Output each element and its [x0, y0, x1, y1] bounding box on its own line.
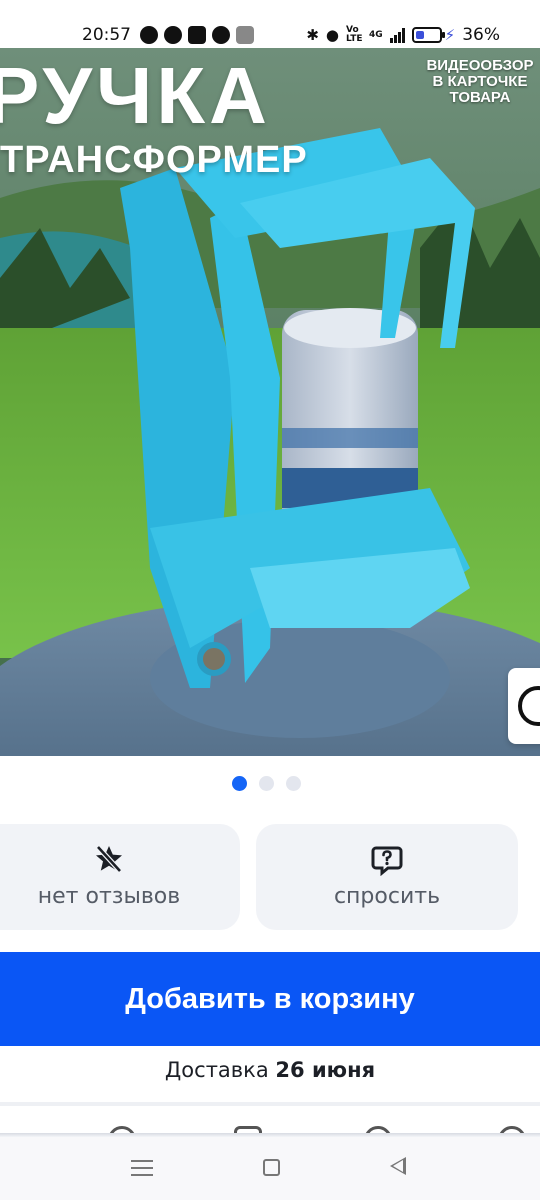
- delivery-date: 26 июня: [275, 1058, 376, 1082]
- product-page: 20:57 ✱ ● Vo LTE 4G ⚡ 36% РУЧКА ТРАНСФОР…: [0, 0, 540, 1200]
- notification-icons: [140, 26, 254, 44]
- location-icon: ●: [325, 26, 339, 44]
- app-icon: [212, 26, 230, 44]
- pagination-dot[interactable]: [231, 776, 247, 791]
- delivery-info: Доставка 26 июня: [0, 1058, 540, 1082]
- pagination-dot[interactable]: [258, 776, 274, 791]
- battery-icon: [411, 27, 445, 43]
- status-time: 20:57: [82, 25, 131, 45]
- tiktok-icon: [164, 26, 182, 44]
- reviews-label: нет отзывов: [37, 884, 181, 909]
- signal-icon: [389, 27, 405, 43]
- reviews-card[interactable]: нет отзывов: [0, 824, 240, 930]
- youtube-icon: [188, 26, 206, 44]
- recent-apps-button[interactable]: [131, 1155, 153, 1181]
- network-type: 4G: [369, 29, 383, 40]
- battery-percent: 36%: [462, 25, 500, 45]
- back-button[interactable]: [390, 1157, 406, 1175]
- star-off-icon: [96, 845, 122, 873]
- battery-fill: [415, 31, 424, 39]
- hero-subtitle: ТРАНСФОРМЕР: [0, 139, 308, 181]
- bluetooth-icon: ✱: [306, 26, 319, 44]
- bottom-nav: [0, 1106, 540, 1136]
- status-bar: 20:57 ✱ ● Vo LTE 4G ⚡ 36%: [0, 0, 540, 72]
- add-to-cart-button[interactable]: Добавить в корзину: [0, 952, 540, 1046]
- pagination-dot[interactable]: [285, 776, 301, 791]
- side-float-button[interactable]: [508, 668, 540, 744]
- ask-label: спросить: [333, 884, 441, 909]
- settings-icon: [236, 26, 254, 44]
- charging-icon: ⚡: [444, 26, 456, 44]
- circle-icon: [518, 686, 540, 726]
- question-bubble-icon: [371, 846, 403, 876]
- action-cards: нет отзывов спросить: [0, 824, 540, 930]
- home-button[interactable]: [263, 1159, 280, 1176]
- image-pagination: [0, 776, 540, 791]
- product-image[interactable]: РУЧКА ТРАНСФОРМЕР ВИДЕООБЗОР В КАРТОЧКЕ …: [0, 48, 540, 756]
- system-navigation: [0, 1137, 540, 1200]
- delivery-prefix: Доставка: [164, 1058, 269, 1082]
- whatsapp-icon: [140, 26, 158, 44]
- volte-indicator: Vo LTE: [346, 25, 363, 44]
- ask-card[interactable]: спросить: [256, 824, 518, 930]
- status-right: ✱ ● Vo LTE 4G ⚡ 36%: [306, 25, 500, 45]
